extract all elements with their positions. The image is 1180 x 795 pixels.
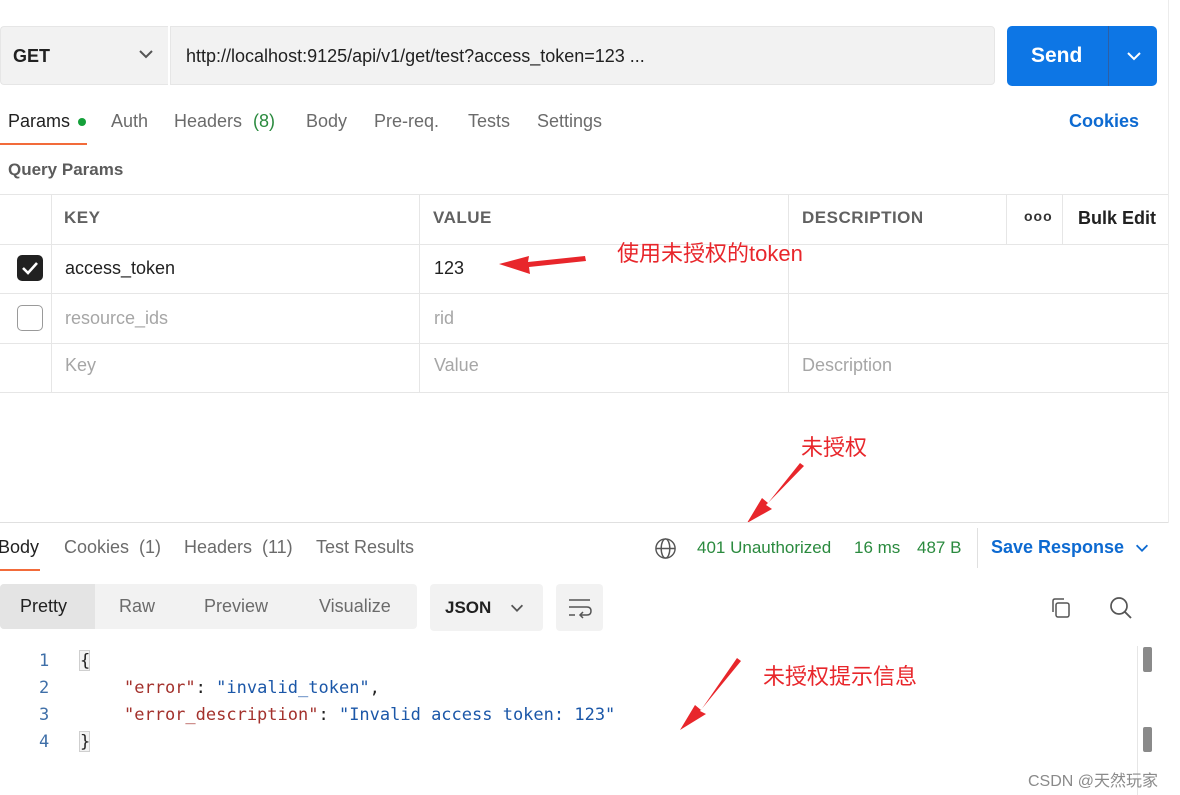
response-tab-cookies-count: (1) xyxy=(139,537,161,557)
view-mode-pretty[interactable]: Pretty xyxy=(20,596,67,617)
response-tab-headers-count: (11) xyxy=(262,537,293,557)
response-active-tab-indicator xyxy=(0,569,40,571)
json-key: "error_description" xyxy=(124,705,319,725)
response-tab-cookies[interactable]: Cookies xyxy=(64,537,129,558)
response-divider xyxy=(0,522,1168,523)
json-line-error: "error": "invalid_token", xyxy=(124,678,380,698)
response-time[interactable]: 16 ms xyxy=(854,538,900,558)
response-size[interactable]: 487 B xyxy=(917,538,961,558)
arrow-to-status xyxy=(747,463,804,523)
view-mode-preview[interactable]: Preview xyxy=(204,596,268,617)
json-close-brace: } xyxy=(80,732,91,752)
json-open-brace: { xyxy=(80,651,91,671)
json-string: "invalid_token" xyxy=(216,678,370,698)
globe-icon[interactable] xyxy=(654,537,677,560)
panel-edge xyxy=(1168,0,1169,523)
wrap-lines-icon xyxy=(569,599,592,619)
response-tab-headers[interactable]: Headers xyxy=(184,537,252,558)
line-number: 2 xyxy=(39,678,50,698)
response-tab-test-results[interactable]: Test Results xyxy=(316,537,414,558)
chevron-down-icon xyxy=(510,604,524,612)
json-string: "Invalid access token: 123" xyxy=(338,705,616,725)
view-mode-visualize[interactable]: Visualize xyxy=(319,596,391,617)
line-number: 1 xyxy=(39,651,50,671)
search-icon[interactable] xyxy=(1108,595,1134,621)
line-number: 3 xyxy=(39,705,50,725)
watermark: CSDN @天然玩家 xyxy=(1028,773,1159,790)
scrollbar-thumb[interactable] xyxy=(1143,647,1152,672)
status-divider xyxy=(977,528,978,568)
json-key: "error" xyxy=(124,678,196,698)
chevron-down-icon[interactable] xyxy=(1133,539,1151,557)
annotation-arrows xyxy=(499,256,804,730)
format-label: JSON xyxy=(445,598,492,617)
save-response-button[interactable]: Save Response xyxy=(991,537,1124,558)
view-mode-raw[interactable]: Raw xyxy=(119,596,155,617)
copy-icon[interactable] xyxy=(1049,596,1073,620)
scrollbar-thumb[interactable] xyxy=(1143,727,1152,752)
response-tab-body[interactable]: Body xyxy=(0,537,39,558)
line-number: 4 xyxy=(39,732,50,752)
json-line-error-description: "error_description": "Invalid access tok… xyxy=(124,705,616,725)
status-code[interactable]: 401 Unauthorized xyxy=(697,538,831,558)
wrap-lines-button[interactable] xyxy=(556,584,603,631)
arrow-to-response-body xyxy=(680,658,741,730)
arrow-to-token-value xyxy=(499,256,586,274)
